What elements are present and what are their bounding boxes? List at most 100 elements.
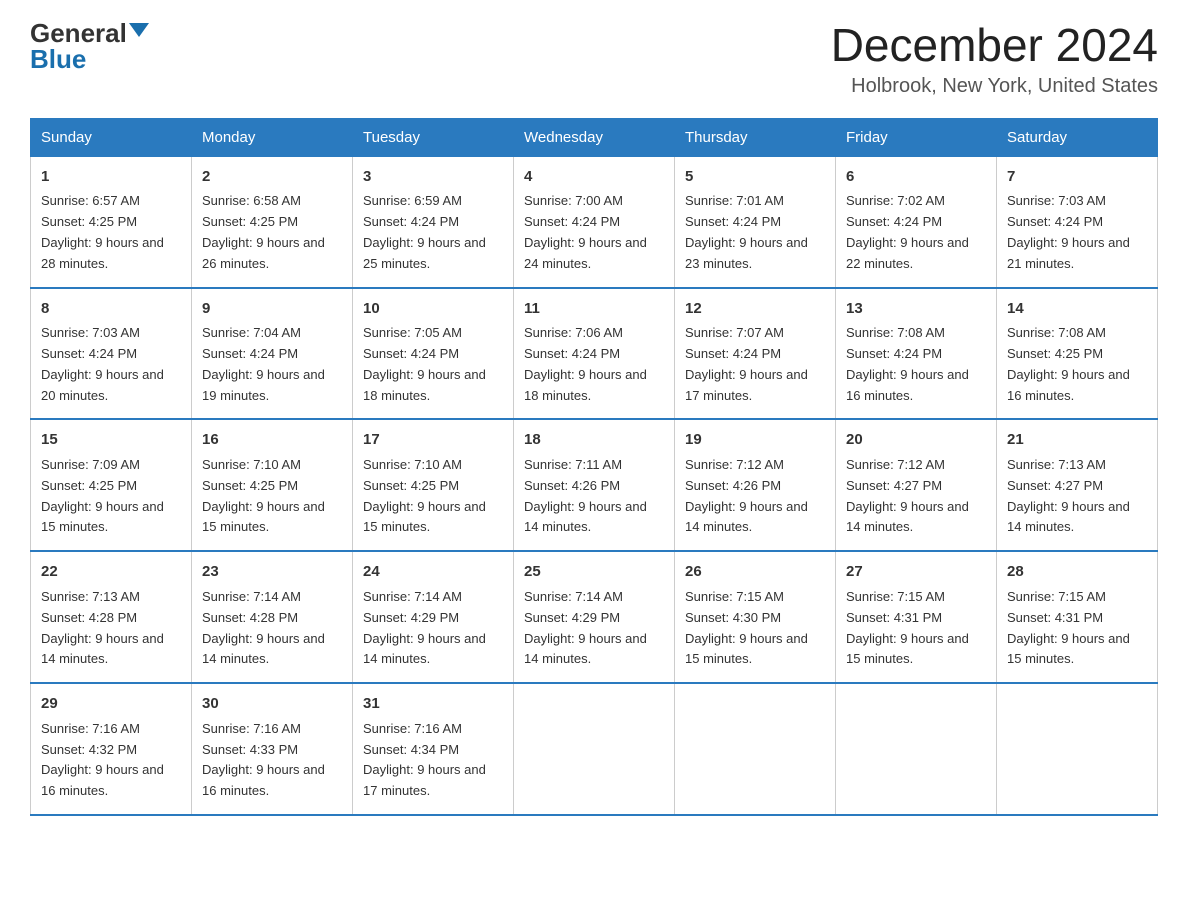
day-daylight: Daylight: 9 hours and 14 minutes. bbox=[524, 631, 647, 667]
day-number: 4 bbox=[524, 165, 664, 188]
calendar-cell: 18 Sunrise: 7:11 AM Sunset: 4:26 PM Dayl… bbox=[514, 419, 675, 551]
day-number: 15 bbox=[41, 428, 181, 451]
calendar-cell: 29 Sunrise: 7:16 AM Sunset: 4:32 PM Dayl… bbox=[31, 683, 192, 815]
day-number: 22 bbox=[41, 560, 181, 583]
day-daylight: Daylight: 9 hours and 15 minutes. bbox=[202, 499, 325, 535]
day-sunrise: Sunrise: 7:05 AM bbox=[363, 325, 462, 340]
day-sunrise: Sunrise: 7:16 AM bbox=[363, 721, 462, 736]
logo-triangle-icon bbox=[129, 23, 149, 37]
day-sunset: Sunset: 4:24 PM bbox=[1007, 214, 1103, 229]
calendar-cell: 8 Sunrise: 7:03 AM Sunset: 4:24 PM Dayli… bbox=[31, 288, 192, 420]
day-sunrise: Sunrise: 7:02 AM bbox=[846, 193, 945, 208]
day-number: 20 bbox=[846, 428, 986, 451]
calendar-cell: 15 Sunrise: 7:09 AM Sunset: 4:25 PM Dayl… bbox=[31, 419, 192, 551]
day-number: 21 bbox=[1007, 428, 1147, 451]
day-daylight: Daylight: 9 hours and 16 minutes. bbox=[1007, 367, 1130, 403]
page-header: General Blue December 2024 Holbrook, New… bbox=[30, 20, 1158, 98]
calendar-cell: 5 Sunrise: 7:01 AM Sunset: 4:24 PM Dayli… bbox=[675, 156, 836, 287]
day-daylight: Daylight: 9 hours and 26 minutes. bbox=[202, 235, 325, 271]
calendar-cell: 22 Sunrise: 7:13 AM Sunset: 4:28 PM Dayl… bbox=[31, 551, 192, 683]
day-daylight: Daylight: 9 hours and 15 minutes. bbox=[685, 631, 808, 667]
logo-general-text: General bbox=[30, 20, 127, 46]
day-sunset: Sunset: 4:24 PM bbox=[363, 214, 459, 229]
week-row-5: 29 Sunrise: 7:16 AM Sunset: 4:32 PM Dayl… bbox=[31, 683, 1158, 815]
day-sunrise: Sunrise: 7:12 AM bbox=[685, 457, 784, 472]
day-sunset: Sunset: 4:27 PM bbox=[846, 478, 942, 493]
day-sunrise: Sunrise: 6:57 AM bbox=[41, 193, 140, 208]
day-daylight: Daylight: 9 hours and 22 minutes. bbox=[846, 235, 969, 271]
title-block: December 2024 Holbrook, New York, United… bbox=[831, 20, 1158, 98]
day-number: 2 bbox=[202, 165, 342, 188]
calendar-cell: 14 Sunrise: 7:08 AM Sunset: 4:25 PM Dayl… bbox=[997, 288, 1158, 420]
day-daylight: Daylight: 9 hours and 19 minutes. bbox=[202, 367, 325, 403]
day-sunrise: Sunrise: 7:06 AM bbox=[524, 325, 623, 340]
calendar-cell: 17 Sunrise: 7:10 AM Sunset: 4:25 PM Dayl… bbox=[353, 419, 514, 551]
day-daylight: Daylight: 9 hours and 17 minutes. bbox=[363, 762, 486, 798]
day-sunset: Sunset: 4:26 PM bbox=[524, 478, 620, 493]
day-daylight: Daylight: 9 hours and 15 minutes. bbox=[41, 499, 164, 535]
day-number: 17 bbox=[363, 428, 503, 451]
day-header-saturday: Saturday bbox=[997, 118, 1158, 156]
day-daylight: Daylight: 9 hours and 16 minutes. bbox=[846, 367, 969, 403]
calendar-cell: 25 Sunrise: 7:14 AM Sunset: 4:29 PM Dayl… bbox=[514, 551, 675, 683]
day-sunset: Sunset: 4:34 PM bbox=[363, 742, 459, 757]
day-daylight: Daylight: 9 hours and 25 minutes. bbox=[363, 235, 486, 271]
day-sunset: Sunset: 4:25 PM bbox=[1007, 346, 1103, 361]
week-row-3: 15 Sunrise: 7:09 AM Sunset: 4:25 PM Dayl… bbox=[31, 419, 1158, 551]
day-sunrise: Sunrise: 7:10 AM bbox=[202, 457, 301, 472]
day-header-tuesday: Tuesday bbox=[353, 118, 514, 156]
day-daylight: Daylight: 9 hours and 17 minutes. bbox=[685, 367, 808, 403]
calendar-subtitle: Holbrook, New York, United States bbox=[831, 75, 1158, 98]
day-sunset: Sunset: 4:32 PM bbox=[41, 742, 137, 757]
day-sunset: Sunset: 4:24 PM bbox=[524, 214, 620, 229]
day-daylight: Daylight: 9 hours and 18 minutes. bbox=[363, 367, 486, 403]
calendar-cell bbox=[514, 683, 675, 815]
calendar-title: December 2024 bbox=[831, 20, 1158, 71]
day-sunrise: Sunrise: 7:11 AM bbox=[524, 457, 622, 472]
day-number: 25 bbox=[524, 560, 664, 583]
day-number: 29 bbox=[41, 692, 181, 715]
day-number: 14 bbox=[1007, 297, 1147, 320]
calendar-cell: 27 Sunrise: 7:15 AM Sunset: 4:31 PM Dayl… bbox=[836, 551, 997, 683]
day-number: 31 bbox=[363, 692, 503, 715]
day-sunset: Sunset: 4:31 PM bbox=[1007, 610, 1103, 625]
day-number: 24 bbox=[363, 560, 503, 583]
day-daylight: Daylight: 9 hours and 18 minutes. bbox=[524, 367, 647, 403]
day-sunrise: Sunrise: 7:10 AM bbox=[363, 457, 462, 472]
day-number: 10 bbox=[363, 297, 503, 320]
day-sunrise: Sunrise: 7:16 AM bbox=[202, 721, 301, 736]
day-sunset: Sunset: 4:29 PM bbox=[524, 610, 620, 625]
day-sunset: Sunset: 4:33 PM bbox=[202, 742, 298, 757]
day-sunrise: Sunrise: 7:14 AM bbox=[524, 589, 623, 604]
calendar-cell: 4 Sunrise: 7:00 AM Sunset: 4:24 PM Dayli… bbox=[514, 156, 675, 287]
calendar-cell: 9 Sunrise: 7:04 AM Sunset: 4:24 PM Dayli… bbox=[192, 288, 353, 420]
day-number: 13 bbox=[846, 297, 986, 320]
day-daylight: Daylight: 9 hours and 28 minutes. bbox=[41, 235, 164, 271]
day-header-monday: Monday bbox=[192, 118, 353, 156]
day-number: 30 bbox=[202, 692, 342, 715]
day-header-wednesday: Wednesday bbox=[514, 118, 675, 156]
day-number: 16 bbox=[202, 428, 342, 451]
day-sunset: Sunset: 4:26 PM bbox=[685, 478, 781, 493]
day-number: 27 bbox=[846, 560, 986, 583]
day-sunset: Sunset: 4:24 PM bbox=[846, 346, 942, 361]
calendar-cell: 7 Sunrise: 7:03 AM Sunset: 4:24 PM Dayli… bbox=[997, 156, 1158, 287]
calendar-cell: 16 Sunrise: 7:10 AM Sunset: 4:25 PM Dayl… bbox=[192, 419, 353, 551]
calendar-cell: 21 Sunrise: 7:13 AM Sunset: 4:27 PM Dayl… bbox=[997, 419, 1158, 551]
calendar-cell: 10 Sunrise: 7:05 AM Sunset: 4:24 PM Dayl… bbox=[353, 288, 514, 420]
day-sunset: Sunset: 4:24 PM bbox=[363, 346, 459, 361]
calendar-cell bbox=[997, 683, 1158, 815]
day-daylight: Daylight: 9 hours and 14 minutes. bbox=[685, 499, 808, 535]
day-number: 19 bbox=[685, 428, 825, 451]
day-sunrise: Sunrise: 7:00 AM bbox=[524, 193, 623, 208]
logo: General Blue bbox=[30, 20, 149, 73]
day-daylight: Daylight: 9 hours and 14 minutes. bbox=[524, 499, 647, 535]
day-daylight: Daylight: 9 hours and 15 minutes. bbox=[363, 499, 486, 535]
day-header-sunday: Sunday bbox=[31, 118, 192, 156]
day-daylight: Daylight: 9 hours and 15 minutes. bbox=[1007, 631, 1130, 667]
week-row-1: 1 Sunrise: 6:57 AM Sunset: 4:25 PM Dayli… bbox=[31, 156, 1158, 287]
day-daylight: Daylight: 9 hours and 16 minutes. bbox=[41, 762, 164, 798]
logo-blue-text: Blue bbox=[30, 44, 86, 74]
day-sunrise: Sunrise: 7:15 AM bbox=[846, 589, 945, 604]
calendar-cell: 13 Sunrise: 7:08 AM Sunset: 4:24 PM Dayl… bbox=[836, 288, 997, 420]
